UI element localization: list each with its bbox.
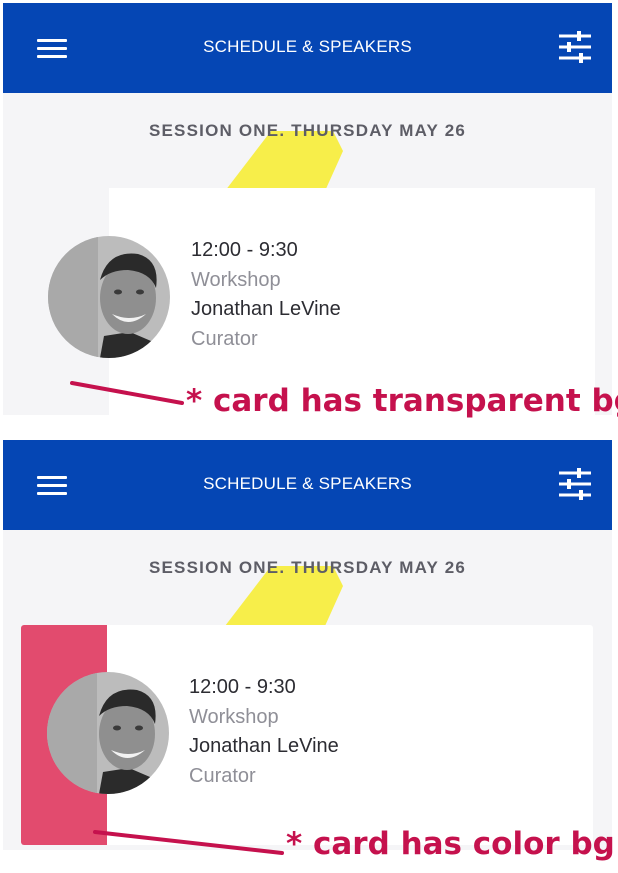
session-title: SESSION ONE. THURSDAY MAY 26 bbox=[148, 121, 467, 140]
screen-color-card: SCHEDULE & SPEAKERS SESSION ONE. THURSDA… bbox=[3, 440, 612, 850]
speaker-avatar bbox=[48, 236, 170, 358]
session-type: Workshop bbox=[191, 268, 281, 291]
speaker-role: Curator bbox=[191, 327, 258, 350]
annotation-transparent: * card has transparent bg bbox=[186, 383, 618, 419]
session-type: Workshop bbox=[189, 705, 279, 728]
speaker-avatar bbox=[47, 672, 169, 794]
session-time: 12:00 - 9:30 bbox=[191, 239, 298, 261]
session-info: 12:00 - 9:30 Workshop Jonathan LeVine Cu… bbox=[191, 236, 341, 354]
annotation-color: * card has color bg bbox=[286, 826, 615, 862]
session-info: 12:00 - 9:30 Workshop Jonathan LeVine Cu… bbox=[189, 673, 339, 791]
speaker-name: Jonathan LeVine bbox=[189, 735, 339, 757]
session-time: 12:00 - 9:30 bbox=[189, 676, 296, 698]
speaker-role: Curator bbox=[189, 764, 256, 787]
session-title: SESSION ONE. THURSDAY MAY 26 bbox=[148, 558, 467, 577]
speaker-name: Jonathan LeVine bbox=[191, 298, 341, 320]
screen-transparent-card: SCHEDULE & SPEAKERS SESSION ONE. THURSDA… bbox=[3, 3, 612, 415]
session-card[interactable] bbox=[109, 188, 595, 415]
